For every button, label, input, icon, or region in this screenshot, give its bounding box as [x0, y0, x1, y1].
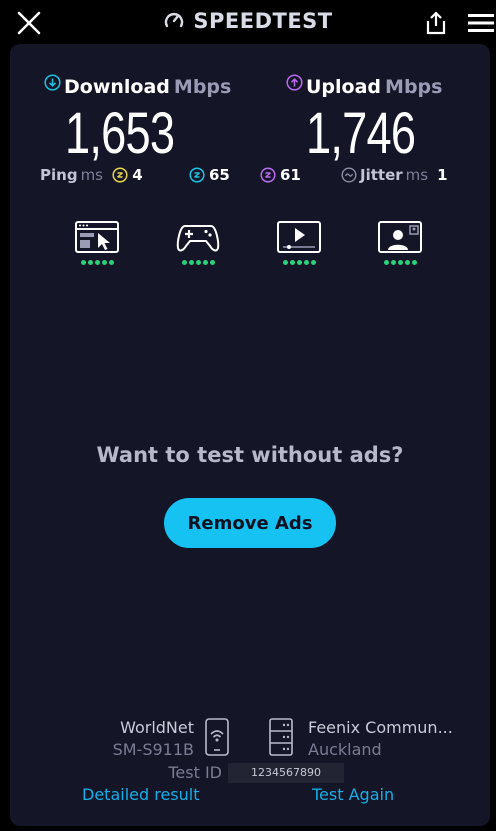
- test-again-link[interactable]: Test Again: [312, 785, 394, 804]
- test-info-footer: WorldNet SM-S911B Feenix Commun... Auckl…: [10, 716, 490, 816]
- rating-dot: [397, 260, 403, 265]
- video-call-icon: [378, 221, 422, 253]
- ping-upload-stat: 61: [260, 166, 301, 184]
- ping-idle-value: 4: [132, 166, 143, 184]
- remove-ads-prompt: Want to test without ads?: [96, 443, 404, 467]
- server-location: Auckland: [308, 740, 382, 759]
- ping-label: Ping: [40, 166, 78, 184]
- gauge-icon: [165, 13, 184, 28]
- detailed-result-link[interactable]: Detailed result: [82, 785, 199, 804]
- upload-label: Upload: [306, 76, 382, 98]
- share-icon[interactable]: [424, 10, 448, 36]
- rating-dot: [195, 260, 201, 265]
- ping-upload-icon: [260, 167, 276, 183]
- hamburger-menu-icon[interactable]: [467, 12, 495, 34]
- jitter-label: Jitter: [360, 166, 403, 184]
- server-icon: [269, 718, 293, 756]
- gaming-quality[interactable]: [174, 220, 222, 265]
- web-browsing-rating: [73, 260, 121, 265]
- rating-dot: [209, 260, 215, 265]
- isp-name: WorldNet: [120, 718, 194, 737]
- jitter-value: 1: [437, 166, 448, 184]
- upload-unit: Mbps: [385, 76, 443, 98]
- video-streaming-quality[interactable]: [275, 220, 323, 265]
- download-arrow-icon: [44, 74, 61, 91]
- rating-dot: [202, 260, 208, 265]
- download-unit: Mbps: [173, 76, 232, 98]
- video-call-rating: [376, 260, 424, 265]
- app-title: SPEEDTEST: [0, 9, 496, 33]
- upload-arrow-icon: [286, 74, 303, 91]
- test-id-value: 1234567890: [228, 763, 344, 783]
- rating-dot: [404, 260, 410, 265]
- jitter-stat: Jitter ms 1: [341, 166, 448, 184]
- rating-dot: [310, 260, 316, 265]
- jitter-unit: ms: [405, 166, 429, 184]
- remove-ads-button[interactable]: Remove Ads: [164, 498, 336, 548]
- ping-upload-value: 61: [280, 166, 301, 184]
- rating-dot: [282, 260, 288, 265]
- connection-quality-row: [10, 220, 490, 276]
- ping-idle-icon: [112, 167, 128, 183]
- web-browsing-icon: [75, 221, 119, 253]
- rating-dot: [108, 260, 114, 265]
- results-panel: Download Mbps Upload Mbps 1,653 1,746 Ping…: [10, 44, 490, 826]
- video-streaming-icon: [277, 221, 321, 253]
- server-name[interactable]: Feenix Commun...: [308, 718, 453, 737]
- ping-unit: ms: [80, 166, 103, 184]
- ping-download-stat: 65: [189, 166, 230, 184]
- rating-dot: [383, 260, 389, 265]
- rating-dot: [289, 260, 295, 265]
- video-streaming-rating: [275, 260, 323, 265]
- download-label: Download: [64, 76, 170, 98]
- gaming-controller-icon: [176, 225, 220, 252]
- top-bar: SPEEDTEST: [0, 0, 496, 44]
- rating-dot: [188, 260, 194, 265]
- upload-header: Upload Mbps: [286, 74, 442, 98]
- rating-dot: [390, 260, 396, 265]
- video-call-quality[interactable]: [376, 220, 424, 265]
- jitter-icon: [341, 167, 357, 183]
- upload-speed-value: 1,746: [306, 101, 416, 166]
- ping-download-icon: [189, 167, 205, 183]
- rating-dot: [94, 260, 100, 265]
- rating-dot: [80, 260, 86, 265]
- brand-text: SPEEDTEST: [193, 9, 333, 33]
- rating-dot: [296, 260, 302, 265]
- ping-idle-stat: Ping ms 4: [40, 166, 143, 184]
- rating-dot: [411, 260, 417, 265]
- test-id-label: Test ID: [168, 763, 222, 782]
- device-model: SM-S911B: [112, 740, 194, 759]
- web-browsing-quality[interactable]: [73, 220, 121, 265]
- rating-dot: [181, 260, 187, 265]
- rating-dot: [87, 260, 93, 265]
- ping-download-value: 65: [209, 166, 230, 184]
- rating-dot: [303, 260, 309, 265]
- gaming-rating: [174, 260, 222, 265]
- download-speed-value: 1,653: [65, 101, 175, 166]
- download-header: Download Mbps: [44, 74, 231, 98]
- rating-dot: [101, 260, 107, 265]
- latency-stats: Ping ms 4 65 61 Jitter ms 1: [10, 166, 490, 188]
- phone-wifi-icon: [205, 718, 229, 756]
